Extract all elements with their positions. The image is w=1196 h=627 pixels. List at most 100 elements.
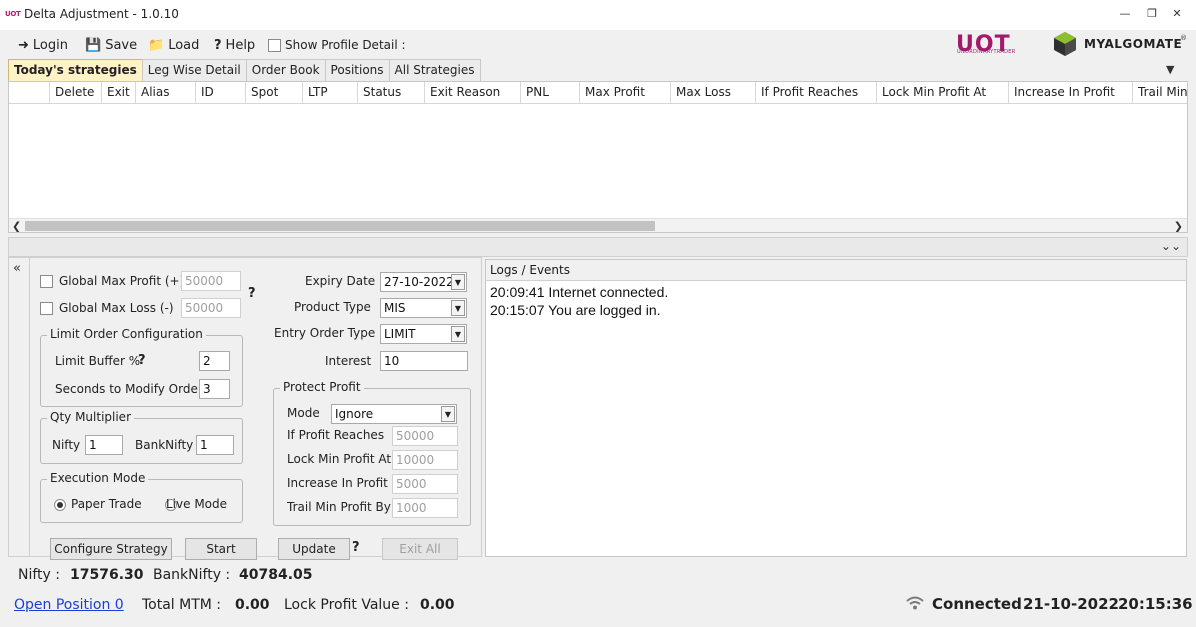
product-type-label: Product Type [294,300,371,314]
limit-buffer-input[interactable]: 2 [199,351,230,371]
nifty-value: 17576.30 [70,567,144,583]
trail-min-profit-input[interactable]: 1000 [392,498,458,518]
exit-all-button[interactable]: Exit All [382,538,458,560]
window-title: Delta Adjustment - 1.0.10 [24,7,179,21]
protect-profit-group-label: Protect Profit [280,380,364,394]
limit-buffer-help-icon[interactable]: ? [138,353,146,368]
entry-order-type-value: LIMIT [384,327,416,341]
column-header-exit-reason[interactable]: Exit Reason [424,82,520,104]
entry-order-type-select[interactable]: LIMIT ▼ [380,324,467,344]
myalgomate-logo: MYALGOMATE [1084,37,1183,51]
open-position-link[interactable]: Open Position 0 [14,597,124,613]
column-header-increase-in-profit[interactable]: Increase In Profit [1008,82,1132,104]
column-header-spot[interactable]: Spot [245,82,302,104]
toolbar: ➜ Login 💾 Save 📁 Load ? Help Show Profil… [0,30,1196,58]
banknifty-qty-input[interactable]: 1 [196,435,234,455]
log-line: 20:09:41 Internet connected. [490,284,669,300]
scroll-left-icon[interactable]: ❮ [12,219,21,232]
expiry-date-select[interactable]: 27-10-2022 ▼ [380,272,467,292]
total-mtm-value: 0.00 [235,597,270,613]
column-header-status[interactable]: Status [357,82,424,104]
logs-panel: Logs / Events 20:09:41 Internet connecte… [485,259,1187,557]
banknifty-qty-label: BankNifty [135,438,194,452]
execution-mode-group-label: Execution Mode [47,471,149,485]
tab-positions[interactable]: Positions [324,59,390,81]
minimize-icon[interactable]: — [1117,6,1133,22]
chevron-down-icon[interactable]: ▼ [451,300,465,316]
logs-header: Logs / Events [486,260,1186,281]
column-header-lock-min-profit-at[interactable]: Lock Min Profit At [876,82,1008,104]
column-header-trail-min-profit[interactable]: Trail Min P [1132,82,1187,104]
paper-trade-radio[interactable] [54,499,66,511]
interest-input[interactable]: 10 [380,351,468,371]
tab-overflow-icon[interactable]: ▼ [1166,63,1174,76]
update-button[interactable]: Update [278,538,350,560]
global-max-profit-label: Global Max Profit (+) [59,274,185,288]
tab-order-book[interactable]: Order Book [245,59,326,81]
column-header-if-profit-reaches[interactable]: If Profit Reaches [755,82,876,104]
banknifty-value: 40784.05 [239,567,313,583]
panel-splitter[interactable]: ⌄⌄ [8,237,1188,257]
column-header-max-loss[interactable]: Max Loss [670,82,755,104]
lock-profit-value: 0.00 [420,597,455,613]
global-limits-help-icon[interactable]: ? [248,286,256,301]
product-type-select[interactable]: MIS ▼ [380,298,467,318]
side-collapse-strip[interactable]: « [8,257,30,557]
global-max-loss-input[interactable]: 50000 [181,298,241,318]
tab-all-strategies[interactable]: All Strategies [388,59,481,81]
column-header-max-profit[interactable]: Max Profit [579,82,670,104]
folder-icon: 📁 [148,37,165,53]
global-max-profit-input[interactable]: 50000 [181,271,241,291]
status-date: 21-10-2022 [1023,595,1119,613]
protect-mode-select[interactable]: Ignore ▼ [331,404,457,424]
tab-leg-wise-detail[interactable]: Leg Wise Detail [141,59,247,81]
horizontal-scrollbar[interactable]: ❮ ❯ [9,218,1187,232]
log-line: 20:15:07 You are logged in. [490,302,661,318]
trademark-mark: ® [1180,34,1187,42]
login-label: Login [32,37,68,53]
tab-todays-strategies[interactable]: Today's strategies [8,59,143,81]
help-button[interactable]: ? Help [214,36,255,54]
column-header-ltp[interactable]: LTP [302,82,357,104]
increase-in-profit-input[interactable]: 5000 [392,474,458,494]
save-button[interactable]: 💾 Save [85,36,137,54]
buttons-help-icon[interactable]: ? [352,540,360,555]
chevron-down-icon[interactable]: ▼ [441,406,455,422]
total-mtm-label: Total MTM : [142,597,222,613]
close-icon[interactable]: ✕ [1169,6,1185,22]
restore-icon[interactable]: ❐ [1144,6,1160,22]
chevron-down-icon[interactable]: ▼ [451,274,465,290]
show-profile-detail-checkbox[interactable]: Show Profile Detail : [268,36,406,54]
load-button[interactable]: 📁 Load [148,36,199,54]
global-max-loss-checkbox[interactable] [40,302,53,315]
wifi-icon [906,596,924,610]
strategies-grid[interactable]: Delete Exit Alias ID Spot LTP Status Exi… [8,81,1188,233]
nifty-qty-input[interactable]: 1 [85,435,123,455]
column-header-alias[interactable]: Alias [135,82,195,104]
column-header-pnl[interactable]: PNL [520,82,579,104]
expiry-date-value: 27-10-2022 [384,275,454,289]
grid-header: Delete Exit Alias ID Spot LTP Status Exi… [9,82,1187,104]
column-header-delete[interactable]: Delete [49,82,101,104]
chevron-down-icon[interactable]: ▼ [451,326,465,342]
title-bar: UOT Delta Adjustment - 1.0.10 — ❐ ✕ [0,0,1196,30]
help-label: Help [225,37,256,53]
global-max-profit-checkbox[interactable] [40,275,53,288]
column-header-select[interactable] [9,82,49,104]
qty-multiplier-group-label: Qty Multiplier [47,410,134,424]
seconds-to-modify-label: Seconds to Modify Order [55,382,203,396]
login-button[interactable]: ➜ Login [18,36,68,54]
start-button[interactable]: Start [185,538,257,560]
collapse-down-icon[interactable]: ⌄⌄ [1161,239,1181,253]
configure-strategy-button[interactable]: Configure Strategy [50,538,172,560]
expiry-date-label: Expiry Date [305,274,376,288]
protect-mode-value: Ignore [335,407,374,421]
lock-min-profit-input[interactable]: 10000 [392,450,458,470]
seconds-to-modify-input[interactable]: 3 [199,379,230,399]
column-header-id[interactable]: ID [195,82,245,104]
if-profit-reaches-input[interactable]: 50000 [392,426,458,446]
scrollbar-thumb[interactable] [25,221,655,231]
column-header-exit[interactable]: Exit [101,82,135,104]
scroll-right-icon[interactable]: ❯ [1174,219,1183,232]
collapse-left-icon[interactable]: « [13,261,21,276]
